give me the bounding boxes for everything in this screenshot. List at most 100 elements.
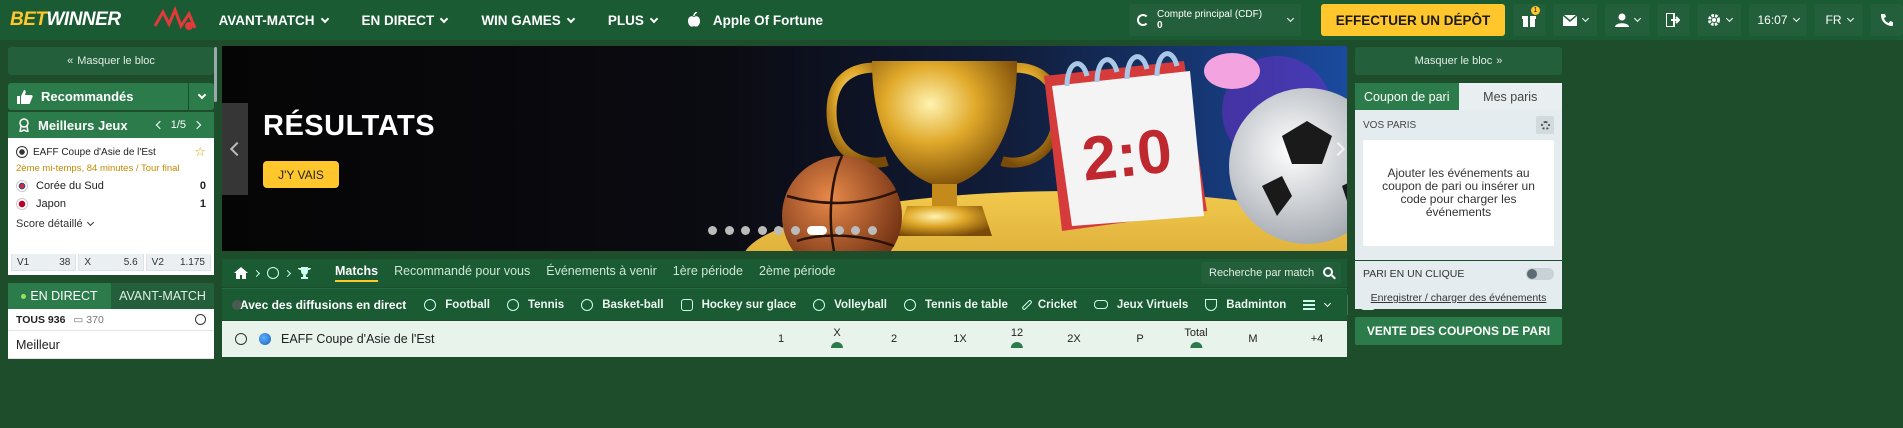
banner-dot[interactable] <box>708 226 717 235</box>
sport-ice-hockey[interactable]: Hockey sur glace <box>680 298 796 311</box>
banner-dot[interactable] <box>724 226 734 235</box>
odd-x[interactable]: X 5.6 <box>78 253 144 271</box>
nav-apple-of-fortune[interactable]: Apple Of Fortune <box>687 12 823 28</box>
tab-en-direct[interactable]: EN DIRECT <box>8 283 111 309</box>
nav-plus[interactable]: PLUS <box>608 13 659 28</box>
banner-dot[interactable] <box>741 226 750 235</box>
settings-button[interactable] <box>1697 4 1741 36</box>
football-icon <box>424 298 437 311</box>
favorite-star-icon[interactable]: ☆ <box>194 144 206 160</box>
slip-settings-button[interactable] <box>1536 116 1554 134</box>
globe-icon[interactable] <box>195 314 206 325</box>
left-scrollbar[interactable] <box>214 47 217 102</box>
banner-dot[interactable] <box>790 226 800 235</box>
chevron-right-icon[interactable] <box>192 120 202 130</box>
all-sports-row[interactable]: TOUS 936 ▭ 370 <box>8 309 214 331</box>
tab-evenements-a-venir[interactable]: Événements à venir <box>546 264 656 282</box>
odd-v1[interactable]: V1 38 <box>11 253 77 271</box>
messages-button[interactable] <box>1553 4 1597 36</box>
search-icon[interactable] <box>1323 267 1333 277</box>
banner-dot[interactable] <box>851 226 860 235</box>
live-dot-icon <box>21 293 27 299</box>
sport-basketball[interactable]: Basket-ball <box>581 298 664 311</box>
banner-dot[interactable] <box>867 226 877 235</box>
league-header-row[interactable]: EAFF Coupe d'Asie de l'Est 1 X 2 1X 12 2… <box>222 321 1347 357</box>
tab-1ere-periode[interactable]: 1ère période <box>673 264 743 282</box>
chevron-left-icon <box>229 141 245 157</box>
phone-icon <box>1881 14 1893 26</box>
language-selector[interactable]: FR <box>1815 4 1863 36</box>
banner-title: RÉSULTATS <box>263 110 436 142</box>
banner-dot[interactable] <box>807 226 827 235</box>
promo-icon[interactable] <box>149 6 201 34</box>
col-total: Total <box>1184 327 1208 351</box>
match-search-input[interactable]: Recherche par match <box>1201 262 1341 284</box>
banner-next-button[interactable] <box>1329 103 1347 195</box>
recommended-section[interactable]: Recommandés <box>8 83 214 110</box>
sports-list: TOUS 936 ▭ 370 Meilleur <box>8 309 214 359</box>
sport-virtual-games[interactable]: Jeux Virtuels <box>1093 299 1188 311</box>
live-prematch-tabs: EN DIRECT AVANT-MATCH <box>8 283 214 309</box>
chevron-down-icon <box>1581 14 1589 23</box>
market-columns: 1 X 2 1X 12 2X P Total M +4 <box>222 321 1347 357</box>
account-balance: 0 <box>1157 20 1163 31</box>
tab-matchs[interactable]: Matchs <box>335 264 379 282</box>
best-row[interactable]: Meilleur <box>8 331 214 359</box>
tab-2eme-periode[interactable]: 2ème période <box>759 264 835 282</box>
chevron-down-icon <box>1792 14 1800 23</box>
odd-v2[interactable]: V2 1.175 <box>145 253 211 271</box>
trophy-icon[interactable] <box>298 267 311 279</box>
tab-recommande[interactable]: Recommandé pour vous <box>394 264 530 282</box>
chevron-left-icon[interactable] <box>155 120 164 130</box>
nav-win-games[interactable]: WIN GAMES <box>481 13 576 28</box>
sport-cricket[interactable]: Cricket <box>1021 299 1077 311</box>
one-click-bet-row: PARI EN UN CLIQUE <box>1355 261 1562 287</box>
hide-left-block-button[interactable]: «Masquer le bloc <box>8 47 214 75</box>
deposit-button[interactable]: EFFECTUER UN DÉPÔT <box>1321 4 1505 36</box>
sport-table-tennis[interactable]: Tennis de table <box>904 298 1008 311</box>
betwinner-logo[interactable]: BETWINNER <box>10 9 121 31</box>
home-icon[interactable] <box>234 267 248 279</box>
tab-mes-paris[interactable]: Mes paris <box>1458 83 1562 110</box>
sport-volleyball[interactable]: Volleyball <box>813 298 887 311</box>
logout-button[interactable] <box>1657 4 1689 36</box>
recommended-toggle[interactable] <box>188 83 214 110</box>
save-load-events-link[interactable]: Enregistrer / charger des événements <box>1355 287 1562 309</box>
banner-dot[interactable] <box>834 226 844 235</box>
time-selector[interactable]: 16:07 <box>1749 4 1807 36</box>
col-more[interactable]: +4 <box>1311 333 1324 345</box>
detailed-score-toggle[interactable]: Score détaillé <box>16 218 206 230</box>
gift-button[interactable]: 1 <box>1513 4 1545 36</box>
hide-right-block-button[interactable]: Masquer le bloc» <box>1355 47 1562 75</box>
user-icon <box>1614 13 1629 27</box>
double-chevron-right-icon: » <box>1496 55 1503 67</box>
banner-dot[interactable] <box>757 226 767 235</box>
more-sports-menu[interactable] <box>1303 299 1332 310</box>
nav-avant-match[interactable]: AVANT-MATCH <box>219 13 329 28</box>
sport-badminton[interactable]: Badminton <box>1205 298 1286 311</box>
profile-button[interactable] <box>1605 4 1649 36</box>
tab-avant-match[interactable]: AVANT-MATCH <box>111 283 214 309</box>
chevron-down-icon <box>320 14 329 23</box>
banner-cta-button[interactable]: J'Y VAIS <box>263 161 339 188</box>
promo-banner[interactable]: 2:0 RÉSULTATS J'Y VAIS <box>222 46 1347 251</box>
sport-football[interactable]: Football <box>424 298 490 311</box>
live-stream-label: Avec des diffusions en direct <box>240 297 407 312</box>
phone-button[interactable] <box>1871 4 1903 36</box>
nav-en-direct[interactable]: EN DIRECT <box>362 13 449 28</box>
banner-dot[interactable] <box>774 226 783 235</box>
sell-coupons-button[interactable]: VENTE DES COUPONS DE PARI <box>1355 317 1562 345</box>
football-icon[interactable] <box>267 267 279 279</box>
banner-pagination <box>708 226 884 235</box>
match-league: EAFF Coupe d'Asie de l'Est <box>33 146 156 158</box>
one-click-toggle[interactable] <box>1526 268 1554 280</box>
sport-tennis[interactable]: Tennis <box>506 298 564 311</box>
refresh-icon[interactable] <box>1137 14 1149 26</box>
bet-slip: VOS PARIS Ajouter les événements au coup… <box>1355 110 1562 260</box>
account-selector[interactable]: Compte principal (CDF) 0 <box>1129 4 1301 36</box>
live-match-card[interactable]: EAFF Coupe d'Asie de l'Est ☆ 2ème mi-tem… <box>8 138 214 254</box>
banner-prev-button[interactable] <box>222 103 248 195</box>
chevron-down-icon <box>1324 299 1332 307</box>
tab-coupon-de-pari[interactable]: Coupon de pari <box>1355 83 1459 110</box>
col-2: 2 <box>890 333 898 345</box>
